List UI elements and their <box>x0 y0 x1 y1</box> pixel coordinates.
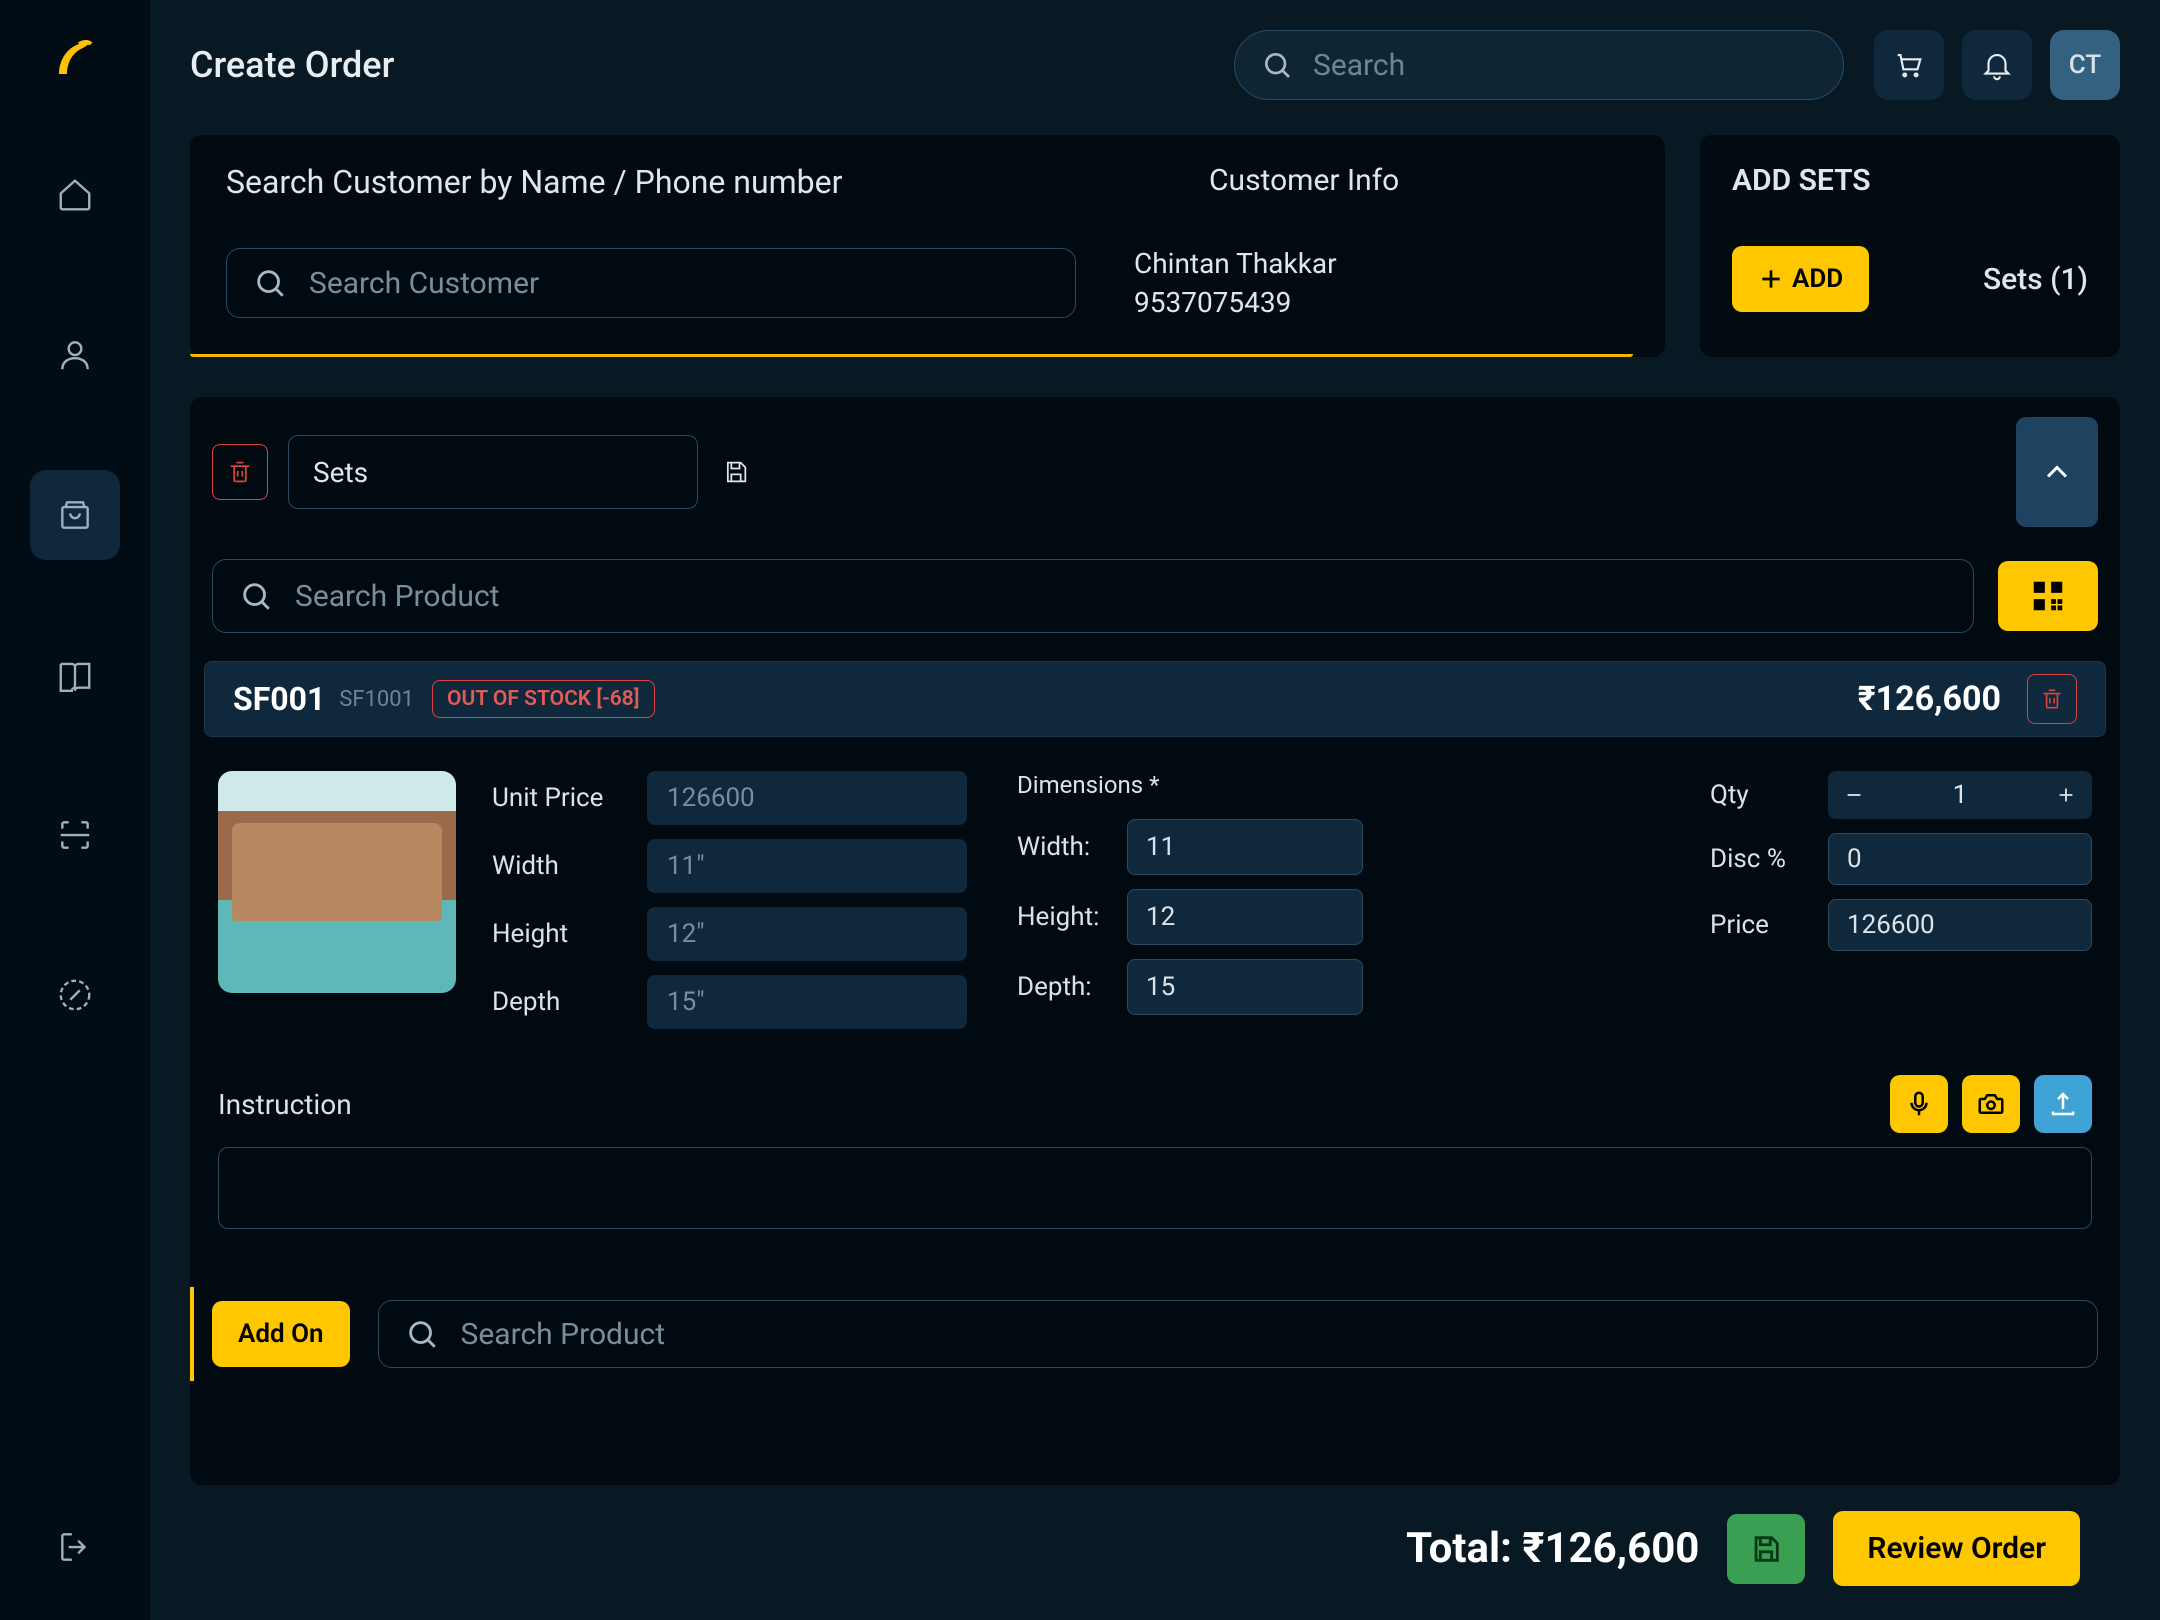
qty-decrement[interactable] <box>1828 771 1880 819</box>
plus-icon <box>1758 266 1784 292</box>
footer: Total: ₹126,600 Review Order <box>190 1485 2120 1620</box>
chevron-up-icon <box>2039 454 2075 490</box>
height-value <box>647 907 967 961</box>
dim-height-label: Height: <box>1017 902 1109 932</box>
customer-phone: 9537075439 <box>1134 286 1337 319</box>
global-search[interactable] <box>1234 30 1844 100</box>
total-text: Total: ₹126,600 <box>1406 1524 1699 1573</box>
dim-height-input[interactable] <box>1127 889 1363 945</box>
customer-panel: Search Customer by Name / Phone number C… <box>190 135 1665 357</box>
nav-home[interactable] <box>30 150 120 240</box>
scan-qr-button[interactable] <box>1998 561 2098 631</box>
unit-price-value <box>647 771 967 825</box>
logo <box>45 30 105 90</box>
qr-icon <box>2029 577 2067 615</box>
customer-info-title: Customer Info <box>1209 163 1629 201</box>
sets-panel: ADD SETS ADD Sets (1) <box>1700 135 2120 357</box>
product-sku: SF1001 <box>339 687 414 712</box>
set-name-input[interactable] <box>288 435 698 509</box>
product-price: ₹126,600 <box>1858 679 2001 719</box>
nav-scan[interactable] <box>30 790 120 880</box>
customer-search-title: Search Customer by Name / Phone number <box>226 163 842 201</box>
height-label: Height <box>492 919 627 949</box>
unit-price-label: Unit Price <box>492 783 627 813</box>
review-order-button[interactable]: Review Order <box>1833 1511 2080 1586</box>
width-value <box>647 839 967 893</box>
sets-title: ADD SETS <box>1732 163 2088 198</box>
product-search-input[interactable] <box>295 579 1947 614</box>
addon-bar: Add On <box>190 1287 2120 1381</box>
addon-button[interactable]: Add On <box>212 1301 350 1367</box>
product-search[interactable] <box>212 559 1974 633</box>
disc-label: Disc % <box>1710 844 1810 874</box>
addon-search-input[interactable] <box>461 1317 2071 1352</box>
delete-product-button[interactable] <box>2027 674 2077 724</box>
cart-button[interactable] <box>1874 30 1944 100</box>
nav-catalog[interactable] <box>30 630 120 720</box>
add-set-button[interactable]: ADD <box>1732 246 1869 312</box>
dim-width-label: Width: <box>1017 832 1109 862</box>
stock-badge: OUT OF STOCK [-68] <box>432 680 655 718</box>
delete-set-button[interactable] <box>212 444 268 500</box>
disc-input[interactable] <box>1828 833 2092 885</box>
search-icon <box>253 266 287 300</box>
nav-user[interactable] <box>30 310 120 400</box>
product-code: SF001 <box>233 680 325 718</box>
dim-depth-label: Depth: <box>1017 972 1109 1002</box>
qty-value: 1 <box>1880 771 2040 819</box>
product-image <box>218 771 456 993</box>
width-label: Width <box>492 851 627 881</box>
avatar[interactable]: CT <box>2050 30 2120 100</box>
product-header: SF001 SF1001 OUT OF STOCK [-68] ₹126,600 <box>204 661 2106 737</box>
customer-search[interactable] <box>226 248 1076 318</box>
nav-orders[interactable] <box>30 470 120 560</box>
topbar: Create Order CT <box>190 30 2120 100</box>
addon-search[interactable] <box>378 1300 2098 1368</box>
instruction-input[interactable] <box>218 1147 2092 1229</box>
qty-label: Qty <box>1710 780 1810 810</box>
customer-search-input[interactable] <box>309 266 1049 301</box>
price-label: Price <box>1710 910 1810 940</box>
qty-increment[interactable] <box>2040 771 2092 819</box>
dim-depth-input[interactable] <box>1127 959 1363 1015</box>
dimensions-title: Dimensions * <box>1017 771 1363 799</box>
collapse-button[interactable] <box>2016 417 2098 527</box>
notifications-button[interactable] <box>1962 30 2032 100</box>
sidebar <box>0 0 150 1620</box>
sets-count: Sets (1) <box>1983 262 2088 297</box>
search-icon <box>1261 49 1293 81</box>
save-order-button[interactable] <box>1727 1514 1805 1584</box>
customer-name: Chintan Thakkar <box>1134 247 1337 280</box>
depth-label: Depth <box>492 987 627 1017</box>
save-icon[interactable] <box>722 458 750 486</box>
voice-button[interactable] <box>1890 1075 1948 1133</box>
search-icon <box>239 579 273 613</box>
camera-button[interactable] <box>1962 1075 2020 1133</box>
nav-discount[interactable] <box>30 950 120 1040</box>
instruction-label: Instruction <box>218 1088 352 1121</box>
depth-value <box>647 975 967 1029</box>
set-card: SF001 SF1001 OUT OF STOCK [-68] ₹126,600… <box>190 397 2120 1485</box>
page-title: Create Order <box>190 44 394 86</box>
upload-button[interactable] <box>2034 1075 2092 1133</box>
nav-logout[interactable] <box>56 1528 94 1570</box>
price-input[interactable] <box>1828 899 2092 951</box>
dim-width-input[interactable] <box>1127 819 1363 875</box>
search-icon <box>405 1317 439 1351</box>
global-search-input[interactable] <box>1313 48 1817 83</box>
